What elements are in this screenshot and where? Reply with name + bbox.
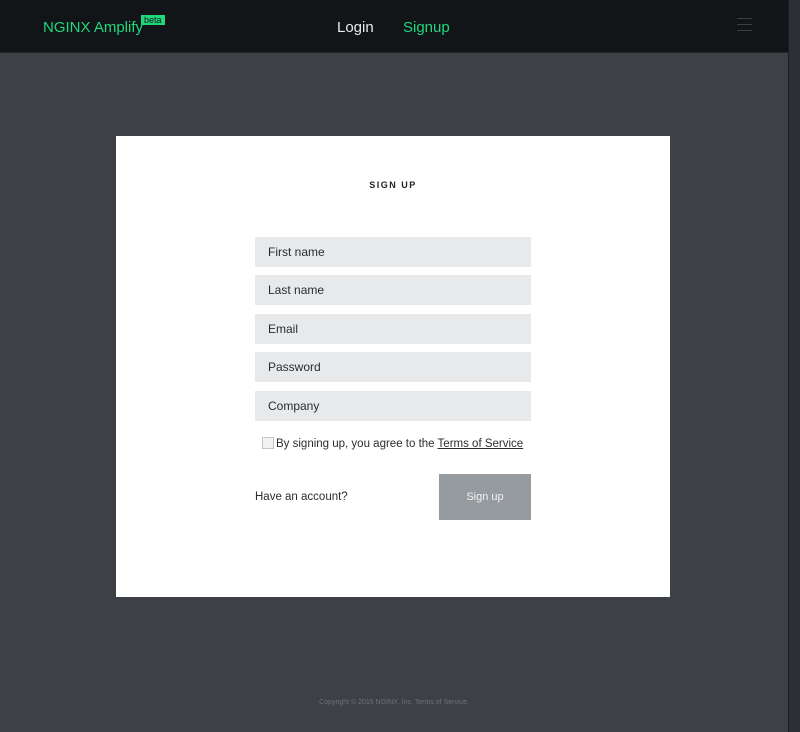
footer-copyright: Copyright © 2015 NGINX, Inc. Terms of Se…	[319, 699, 469, 706]
nav-login-link[interactable]: Login	[337, 18, 374, 38]
top-navbar: NGINX Amplify beta Login Signup	[0, 0, 788, 53]
terms-of-service-link[interactable]: Terms of Service	[438, 438, 524, 450]
beta-badge: beta	[141, 15, 165, 25]
terms-checkbox[interactable]	[262, 437, 274, 449]
signup-card: SIGN UP By signing up, you agree to the …	[116, 136, 670, 597]
page-scrollbar[interactable]	[788, 0, 800, 732]
terms-label: By signing up, you agree to the Terms of…	[276, 437, 523, 451]
hamburger-menu-icon[interactable]	[737, 18, 752, 32]
signup-title: SIGN UP	[369, 180, 417, 190]
last-name-input[interactable]	[255, 275, 531, 305]
email-input[interactable]	[255, 314, 531, 344]
sign-up-button[interactable]: Sign up	[439, 474, 531, 520]
nav-signup-link[interactable]: Signup	[403, 18, 450, 38]
have-account-link[interactable]: Have an account?	[255, 491, 348, 503]
company-input[interactable]	[255, 391, 531, 421]
brand-logo-text[interactable]: NGINX Amplify	[43, 18, 143, 38]
first-name-input[interactable]	[255, 237, 531, 267]
terms-prefix-text: By signing up, you agree to the	[276, 438, 438, 450]
password-input[interactable]	[255, 352, 531, 382]
